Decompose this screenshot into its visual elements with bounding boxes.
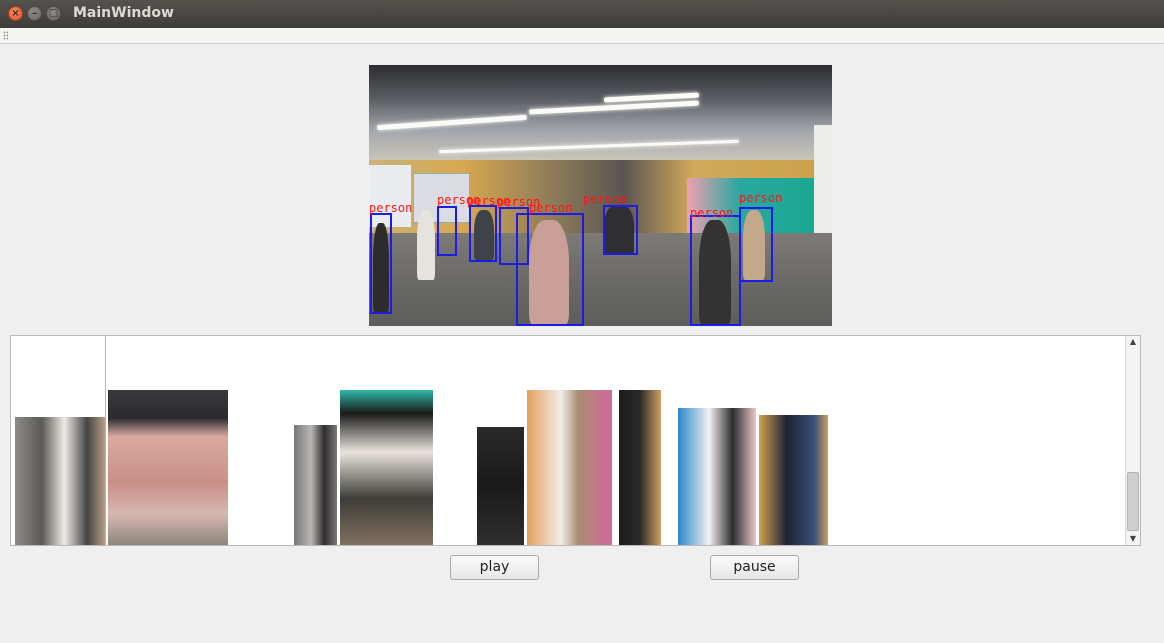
person-crop[interactable] (294, 425, 337, 545)
minimize-window-button[interactable]: – (27, 6, 42, 21)
toolbar (0, 28, 1164, 44)
play-button[interactable]: play (450, 555, 539, 580)
scrollbar-thumb[interactable] (1127, 472, 1139, 531)
toolbar-grip-icon[interactable] (3, 31, 8, 40)
maximize-icon: □ (48, 8, 59, 19)
window-title: MainWindow (73, 5, 174, 21)
person-crop-gallery[interactable]: ▲ ▼ (10, 335, 1141, 546)
scroll-down-icon[interactable]: ▼ (1126, 533, 1140, 545)
detection-box (603, 205, 638, 255)
person-crop[interactable] (619, 390, 661, 545)
detection-box (739, 207, 773, 282)
person-crop[interactable] (15, 417, 105, 545)
gallery-vertical-scrollbar[interactable]: ▲ ▼ (1125, 336, 1140, 545)
detection-box (516, 213, 584, 326)
selection-divider (105, 336, 106, 545)
detection-box (437, 206, 457, 256)
close-icon: × (11, 8, 20, 19)
detection-label: person (583, 192, 627, 206)
person-figure (417, 210, 435, 280)
person-crop[interactable] (678, 408, 756, 545)
detection-label: person (529, 201, 573, 215)
detection-box (469, 205, 497, 262)
pause-button[interactable]: pause (710, 555, 799, 580)
detection-box (690, 215, 741, 326)
person-crop[interactable] (759, 415, 828, 545)
person-crop[interactable] (340, 390, 433, 545)
video-frame: person person person person person perso… (369, 65, 832, 326)
person-crop[interactable] (527, 390, 612, 545)
person-crop[interactable] (108, 390, 228, 545)
person-crop[interactable] (477, 427, 524, 545)
maximize-window-button[interactable]: □ (46, 6, 61, 21)
window-titlebar: × – □ MainWindow (0, 0, 1164, 28)
detection-label: person (369, 201, 413, 215)
scroll-up-icon[interactable]: ▲ (1126, 336, 1140, 348)
detection-label: person (739, 191, 783, 205)
close-window-button[interactable]: × (8, 6, 23, 21)
detection-label: person (690, 206, 734, 220)
minimize-icon: – (32, 8, 37, 19)
detection-box (370, 213, 392, 314)
